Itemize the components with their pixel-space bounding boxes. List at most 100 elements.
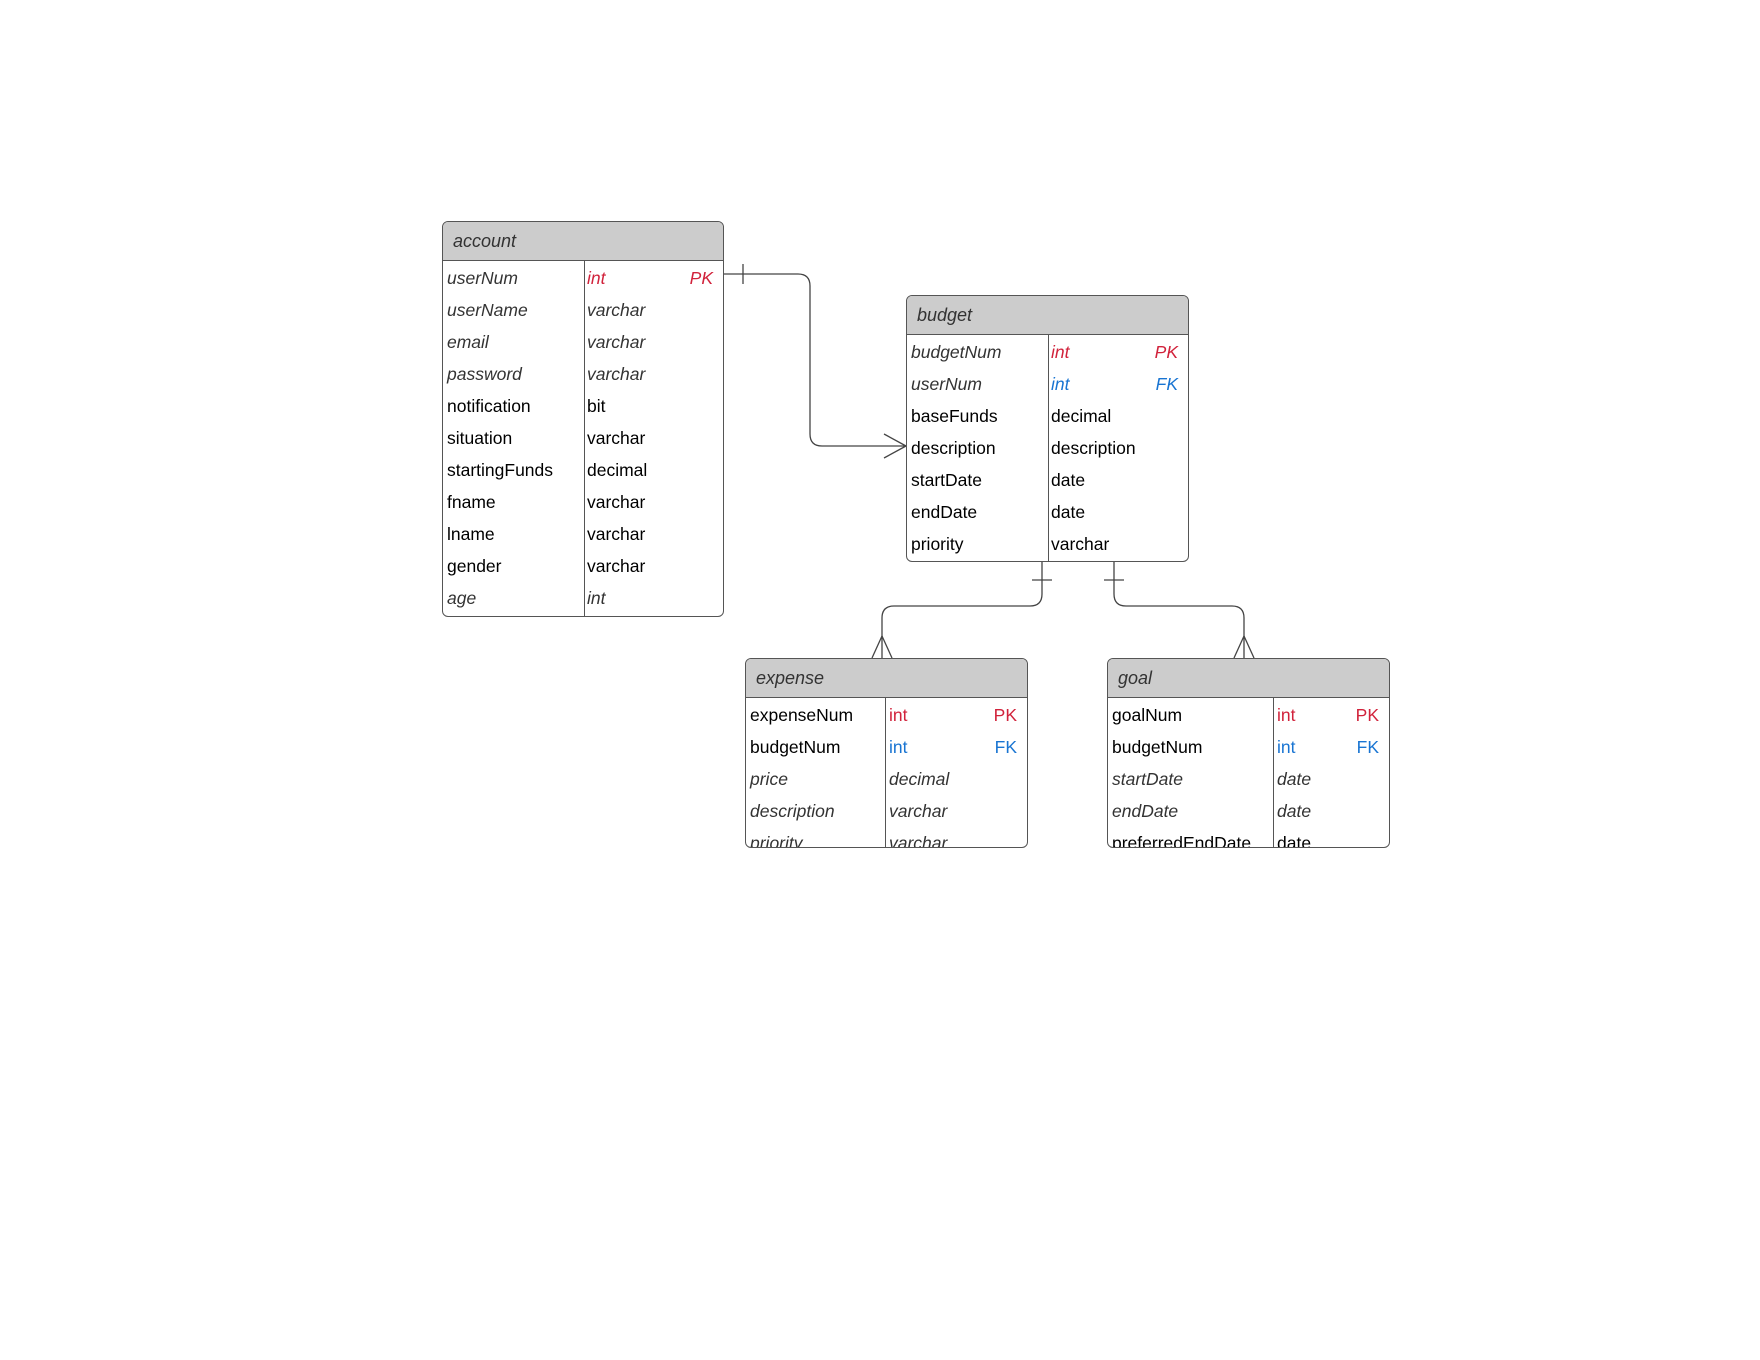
field-type: decimal	[587, 460, 648, 480]
field-name: age	[447, 588, 477, 608]
field-row-userNum: userNum int FK	[907, 368, 1188, 400]
field-type: int	[889, 737, 908, 757]
field-type: int	[1277, 737, 1296, 757]
field-row-price: price decimal	[746, 763, 1027, 795]
field-name: userName	[447, 300, 528, 320]
foreign-key-badge: FK	[1155, 374, 1178, 394]
many-marker-expense-left	[871, 635, 883, 659]
field-name: situation	[447, 428, 513, 448]
field-type: varchar	[889, 833, 948, 848]
field-name: startDate	[911, 470, 982, 490]
field-type: int	[1051, 342, 1070, 362]
field-name: priority	[911, 534, 964, 554]
field-row-age: age int	[443, 582, 723, 614]
entity-title: expense	[746, 659, 1027, 698]
field-name: password	[447, 364, 522, 384]
field-type: varchar	[587, 428, 646, 448]
many-marker-expense-right	[881, 635, 893, 659]
field-name: userNum	[447, 268, 518, 288]
field-type: int	[1277, 705, 1296, 725]
field-list: expenseNum int PK budgetNum int FK price decima…	[746, 698, 1027, 848]
field-name: email	[447, 332, 489, 352]
field-name: startingFunds	[447, 460, 554, 480]
field-name: budgetNum	[911, 342, 1002, 362]
primary-key-badge: PK	[1355, 705, 1379, 725]
field-row-priority: priority varchar	[907, 528, 1188, 560]
entity-budget[interactable]: budget budgetNum int PK userNum int FK baseFun…	[906, 295, 1189, 562]
field-name: endDate	[911, 502, 978, 522]
field-type: decimal	[1051, 406, 1112, 426]
field-row-email: email varchar	[443, 326, 723, 358]
primary-key-badge: PK	[1154, 342, 1178, 362]
entity-title: goal	[1108, 659, 1389, 698]
field-type: varchar	[587, 364, 646, 384]
field-name: userNum	[911, 374, 982, 394]
field-row-startDate: startDate date	[907, 464, 1188, 496]
field-type: varchar	[889, 801, 948, 821]
field-row-situation: situation varchar	[443, 422, 723, 454]
field-row-budgetNum: budgetNum int PK	[907, 336, 1188, 368]
field-name: fname	[447, 492, 496, 512]
field-row-expenseNum: expenseNum int PK	[746, 699, 1027, 731]
field-row-userNum: userNum int PK	[443, 262, 723, 294]
field-row-startDate: startDate date	[1108, 763, 1389, 795]
field-row-description: description varchar	[746, 795, 1027, 827]
entity-expense[interactable]: expense expenseNum int PK budgetNum int FK pri…	[745, 658, 1028, 848]
field-name: gender	[447, 556, 502, 576]
field-list: goalNum int PK budgetNum int FK startDate date e…	[1108, 698, 1389, 848]
field-name: preferredEndDate	[1112, 833, 1252, 848]
field-type: varchar	[587, 300, 646, 320]
entity-title: account	[443, 222, 723, 261]
field-row-userName: userName varchar	[443, 294, 723, 326]
many-marker-budget-top	[883, 433, 907, 447]
field-name: notification	[447, 396, 531, 416]
entity-goal[interactable]: goal goalNum int PK budgetNum int FK startDate…	[1107, 658, 1390, 848]
field-row-baseFunds: baseFunds decimal	[907, 400, 1188, 432]
field-row-fname: fname varchar	[443, 486, 723, 518]
field-name: goalNum	[1112, 705, 1183, 725]
many-marker-goal-left	[1233, 635, 1245, 659]
field-row-endDate: endDate date	[1108, 795, 1389, 827]
foreign-key-badge: FK	[994, 737, 1017, 757]
field-name: expenseNum	[750, 705, 854, 725]
field-type: int	[587, 268, 606, 288]
field-name: budgetNum	[750, 737, 841, 757]
field-type: int	[889, 705, 908, 725]
field-row-password: password varchar	[443, 358, 723, 390]
field-row-startingFunds: startingFunds decimal	[443, 454, 723, 486]
field-type: bit	[587, 396, 606, 416]
relationship-budget-goal	[1113, 562, 1245, 658]
er-diagram-canvas: account userNum int PK userName varchar email…	[0, 0, 1760, 1360]
many-marker-budget-bottom	[883, 445, 907, 459]
field-type: varchar	[1051, 534, 1110, 554]
relationship-account-budget	[724, 273, 906, 447]
field-name: budgetNum	[1112, 737, 1203, 757]
field-name: startDate	[1112, 769, 1183, 789]
field-row-description: description description	[907, 432, 1188, 464]
relationship-budget-expense	[881, 562, 1043, 658]
field-row-preferredEndDate: preferredEndDate date	[1108, 827, 1389, 848]
field-type: date	[1277, 769, 1312, 789]
field-list: budgetNum int PK userNum int FK baseFunds decim…	[907, 335, 1188, 560]
field-type: date	[1051, 502, 1086, 522]
field-row-budgetNum: budgetNum int FK	[746, 731, 1027, 763]
field-row-lname: lname varchar	[443, 518, 723, 550]
field-row-budgetNum: budgetNum int FK	[1108, 731, 1389, 763]
field-row-notification: notification bit	[443, 390, 723, 422]
many-marker-goal-right	[1243, 635, 1255, 659]
field-type: varchar	[587, 492, 646, 512]
field-row-goalNum: goalNum int PK	[1108, 699, 1389, 731]
field-type: varchar	[587, 524, 646, 544]
field-type: date	[1277, 801, 1312, 821]
field-type: varchar	[587, 332, 646, 352]
field-type: decimal	[889, 769, 950, 789]
field-name: description	[750, 801, 835, 821]
field-type: int	[1051, 374, 1070, 394]
field-type: int	[587, 588, 606, 608]
field-name: priority	[750, 833, 803, 848]
field-list: userNum int PK userName varchar email varchar p…	[443, 261, 723, 614]
field-type: date	[1277, 833, 1312, 848]
entity-account[interactable]: account userNum int PK userName varchar email…	[442, 221, 724, 617]
field-name: baseFunds	[911, 406, 998, 426]
field-type: varchar	[587, 556, 646, 576]
